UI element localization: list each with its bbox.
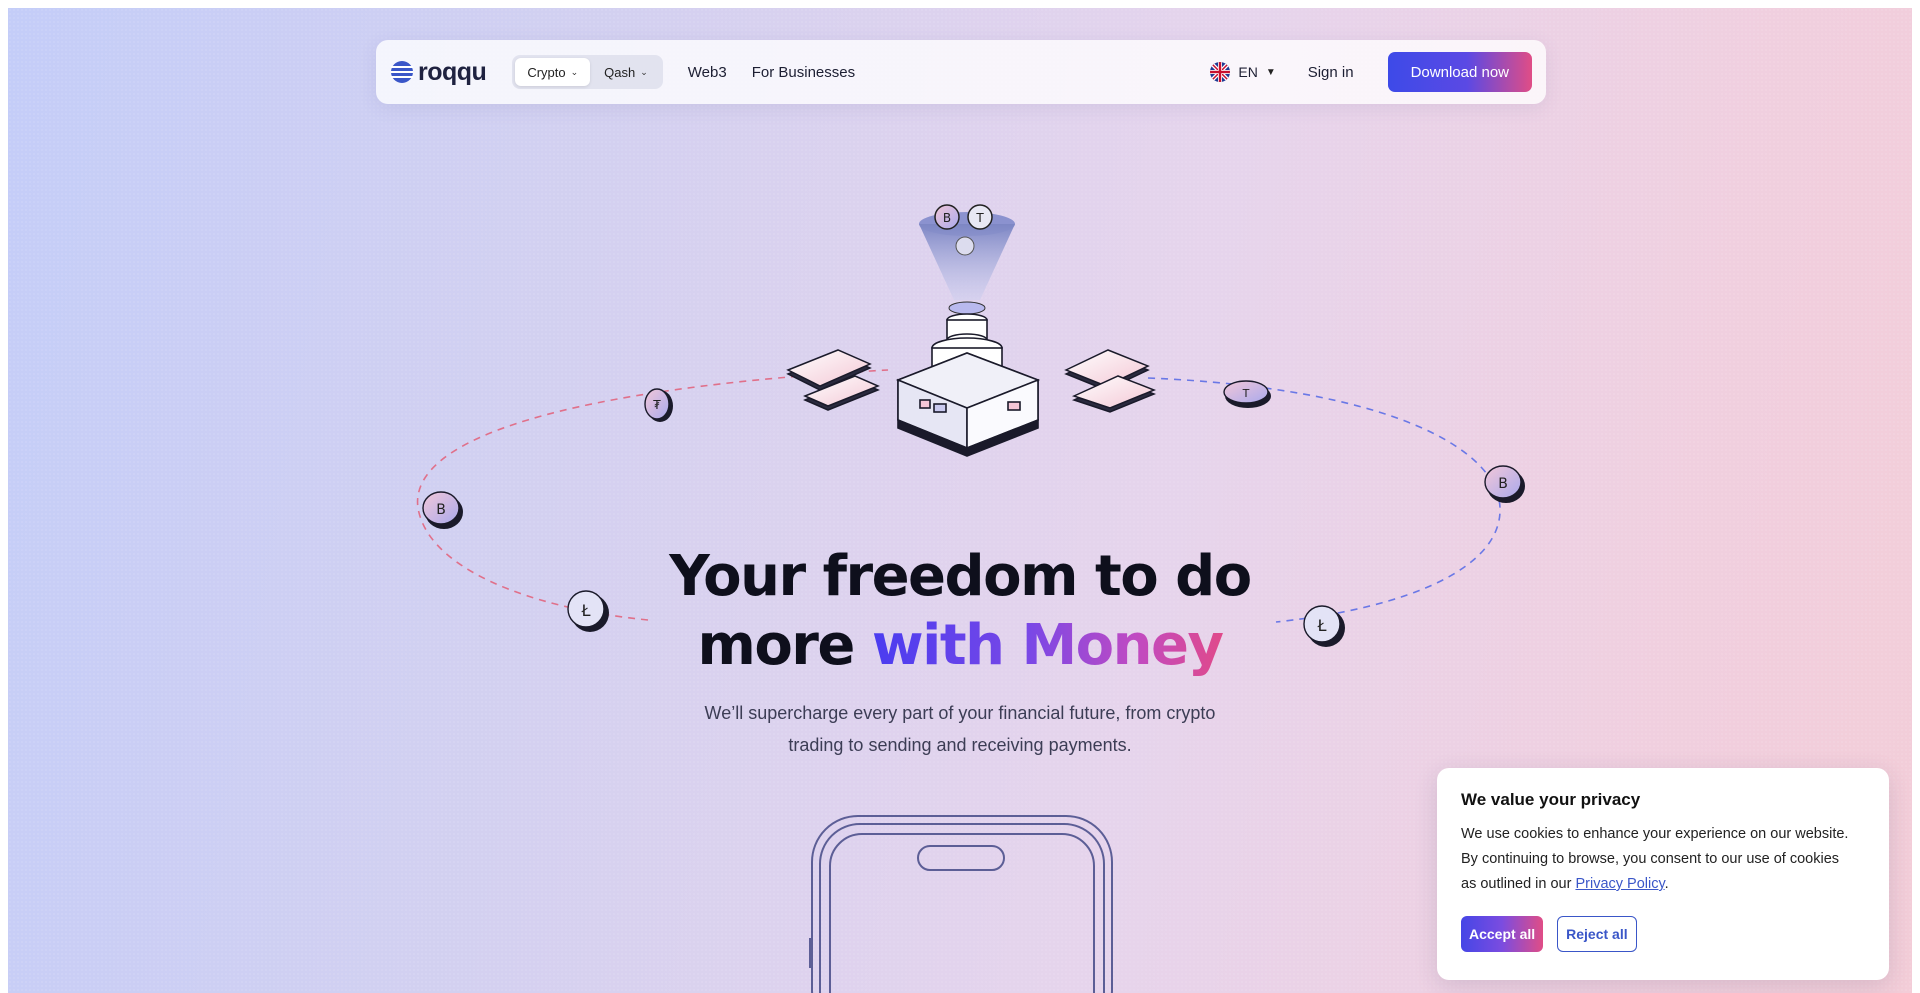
hero-headline: Your freedom to do more with Money (8, 542, 1912, 680)
chevron-down-icon: ⌄ (570, 66, 579, 77)
nav-link-for-businesses[interactable]: For Businesses (752, 64, 855, 81)
phone-outline-icon (809, 815, 1113, 993)
headline-line-1: Your freedom to do (669, 544, 1252, 609)
cookie-body: We use cookies to enhance your experienc… (1461, 822, 1865, 897)
cookie-actions: Accept all Reject all (1461, 916, 1865, 952)
hero-subtext: We’ll supercharge every part of your fin… (8, 697, 1912, 761)
svg-text:T: T (975, 211, 984, 225)
card-stack-left (786, 349, 880, 411)
tab-crypto-label: Crypto (527, 64, 566, 80)
cookie-title: We value your privacy (1461, 790, 1641, 809)
subtext-line-1: We’ll supercharge every part of your fin… (704, 703, 1216, 723)
nav-right-group: EN ▼ Sign in Download now (1210, 52, 1532, 92)
reject-all-button[interactable]: Reject all (1557, 916, 1637, 952)
tab-crypto[interactable]: Crypto ⌄ (515, 58, 591, 86)
sign-in-link[interactable]: Sign in (1308, 64, 1354, 81)
tab-qash[interactable]: Qash ⌄ (592, 58, 660, 86)
top-navbar: roqqu Crypto ⌄ Qash ⌄ Web3 For Businesse… (376, 40, 1546, 104)
svg-text:T: T (1242, 387, 1250, 400)
card-stack-right (1064, 349, 1157, 413)
language-selector[interactable]: EN ▼ (1210, 62, 1276, 82)
machine-icon (895, 313, 1041, 457)
bitcoin-coin-icon: B (422, 491, 463, 529)
cookie-body-line-3-suffix: . (1664, 876, 1669, 892)
caret-down-icon: ▼ (1265, 66, 1276, 78)
ethereum-coin-icon: T (1223, 380, 1271, 408)
tab-qash-label: Qash (604, 64, 636, 80)
product-switcher: Crypto ⌄ Qash ⌄ (512, 55, 663, 89)
cookie-body-line-3-prefix: as outlined in our (1461, 876, 1576, 892)
privacy-policy-link[interactable]: Privacy Policy (1575, 876, 1664, 892)
cookie-consent-card: We value your privacy We use cookies to … (1437, 768, 1889, 980)
accept-all-button[interactable]: Accept all (1461, 916, 1544, 952)
headline-line-2-gradient: with Money (871, 613, 1224, 678)
uk-flag-icon (1210, 62, 1231, 82)
chevron-down-icon: ⌄ (640, 66, 648, 77)
roqqu-logo-icon (391, 61, 413, 83)
nav-link-web3[interactable]: Web3 (688, 64, 727, 81)
bitcoin-coin-icon: B (1484, 465, 1525, 503)
cookie-body-line-2: By continuing to browse, you consent to … (1461, 851, 1840, 867)
download-now-button[interactable]: Download now (1387, 52, 1532, 92)
svg-text:B: B (943, 211, 951, 225)
headline-line-2-plain: more (697, 613, 872, 678)
subtext-line-2: trading to sending and receiving payment… (788, 735, 1132, 755)
svg-text:B: B (436, 502, 446, 518)
logo[interactable]: roqqu (390, 57, 487, 87)
cookie-body-line-1: We use cookies to enhance your experienc… (1461, 826, 1849, 842)
funnel-icon: B T (919, 204, 1015, 315)
logo-text: roqqu (418, 57, 487, 86)
tether-coin-icon: ₮ (644, 388, 673, 422)
svg-text:₮: ₮ (653, 398, 661, 412)
language-label: EN (1238, 64, 1258, 80)
svg-text:B: B (1498, 476, 1508, 492)
page-background: B T ₮ B Ł T B Ł roqqu Crypto ⌄ Qash ⌄ We… (8, 8, 1912, 993)
